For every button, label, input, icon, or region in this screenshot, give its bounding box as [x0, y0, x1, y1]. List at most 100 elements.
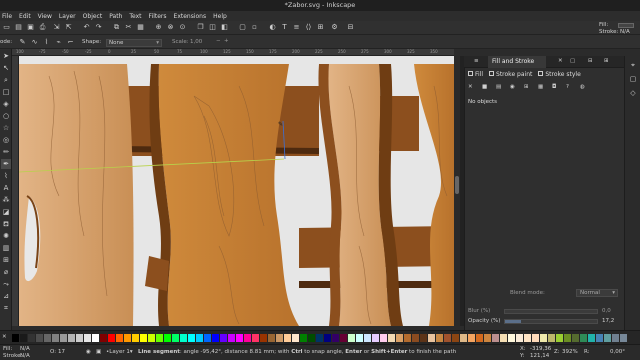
connector-tool-icon[interactable]: ⤳ [1, 279, 11, 289]
align-tab-icon[interactable]: ⊞ [604, 58, 609, 64]
zoom-drawing-icon[interactable]: ⊗ [166, 23, 175, 32]
spiro-path-mode-icon[interactable]: ∿ [30, 38, 39, 47]
spiral-tool-icon[interactable]: ◎ [1, 135, 11, 145]
palette-swatch[interactable] [132, 334, 139, 342]
selector-tool-icon[interactable]: ➤ [1, 51, 11, 61]
palette-swatch[interactable] [372, 334, 379, 342]
snap-toggle-icon[interactable]: ⌖ [628, 60, 638, 70]
text-tool-icon[interactable]: A [1, 183, 11, 193]
opacity-value[interactable]: 17,2 [602, 318, 614, 324]
scale-decrement-icon[interactable]: − [216, 38, 221, 44]
palette-none-swatch[interactable]: ✕ [2, 334, 7, 340]
palette-swatch[interactable] [196, 334, 203, 342]
unlink-clone-icon[interactable]: ◧ [220, 23, 229, 32]
cut-icon[interactable]: ✂ [124, 23, 133, 32]
palette-swatch[interactable] [444, 334, 451, 342]
eraser-tool-icon[interactable]: ◪ [1, 207, 11, 217]
paste-icon[interactable]: ▦ [136, 23, 145, 32]
palette-swatch[interactable] [436, 334, 443, 342]
blur-value[interactable]: 0,0 [602, 308, 611, 314]
tweak-tool-icon[interactable]: ✺ [1, 231, 11, 241]
palette-swatch[interactable] [420, 334, 427, 342]
scale-increment-icon[interactable]: + [224, 38, 229, 44]
evenodd-fill-rule-icon[interactable]: ◍ [580, 84, 585, 90]
palette-swatch[interactable] [380, 334, 387, 342]
palette-swatch[interactable] [500, 334, 507, 342]
palette-swatch[interactable] [332, 334, 339, 342]
clone-icon[interactable]: ◫ [208, 23, 217, 32]
unset-paint-icon[interactable]: ? [566, 84, 569, 90]
zoom-page-icon[interactable]: ⊙ [178, 23, 187, 32]
palette-swatch[interactable] [148, 334, 155, 342]
calligraphy-tool-icon[interactable]: ⌇ [1, 171, 11, 181]
palette-swatch[interactable] [596, 334, 603, 342]
palette-swatch[interactable] [572, 334, 579, 342]
spray-tool-icon[interactable]: ⁂ [1, 195, 11, 205]
palette-swatch[interactable] [508, 334, 515, 342]
palette-swatch[interactable] [476, 334, 483, 342]
palette-swatch[interactable] [292, 334, 299, 342]
mesh-tool-icon[interactable]: ⊞ [1, 255, 11, 265]
palette-swatch[interactable] [484, 334, 491, 342]
palette-swatch[interactable] [356, 334, 363, 342]
tab-stroke-style[interactable]: Stroke style [538, 71, 581, 80]
import-icon[interactable]: ⇲ [52, 23, 61, 32]
lock-icon[interactable]: ▣ [96, 349, 101, 355]
fill-indicator-swatch[interactable] [618, 23, 634, 28]
menu-filters[interactable]: Filters [149, 13, 167, 20]
palette-swatch[interactable] [340, 334, 347, 342]
menu-extensions[interactable]: Extensions [174, 13, 207, 20]
palette-swatch[interactable] [492, 334, 499, 342]
palette-swatch[interactable] [548, 334, 555, 342]
palette-swatch[interactable] [108, 334, 115, 342]
gradient-tool-icon[interactable]: ▥ [1, 243, 11, 253]
menu-path[interactable]: Path [109, 13, 122, 20]
ungroup-icon[interactable]: ▫ [250, 23, 259, 32]
flat-color-icon[interactable]: ■ [482, 84, 487, 90]
linear-gradient-icon[interactable]: ▤ [496, 84, 501, 90]
blend-mode-select[interactable]: Normal ▾ [576, 289, 618, 297]
snap-nodes-icon[interactable]: ◇ [628, 88, 638, 98]
palette-swatch[interactable] [228, 334, 235, 342]
palette-swatch[interactable] [28, 334, 35, 342]
tab-fill-and-stroke[interactable]: Fill and Stroke [488, 56, 546, 68]
palette-swatch[interactable] [404, 334, 411, 342]
star-tool-icon[interactable]: ☆ [1, 123, 11, 133]
palette-swatch[interactable] [468, 334, 475, 342]
document-tab-icon[interactable]: ▢ [570, 58, 575, 64]
palette-swatch[interactable] [212, 334, 219, 342]
palette-swatch[interactable] [172, 334, 179, 342]
preferences-icon[interactable]: ⚙ [330, 23, 339, 32]
palette-swatch[interactable] [244, 334, 251, 342]
dropper-tool-icon[interactable]: ⌀ [1, 267, 11, 277]
zoom-selection-icon[interactable]: ⊕ [154, 23, 163, 32]
status-opacity-value[interactable]: 17 [58, 349, 65, 355]
palette-swatch[interactable] [300, 334, 307, 342]
pen-tool-icon[interactable]: ✒ [1, 159, 11, 169]
palette-swatch[interactable] [588, 334, 595, 342]
measure-tool-icon[interactable]: ⊿ [1, 291, 11, 301]
eye-icon[interactable]: ◉ [86, 349, 91, 355]
menu-file[interactable]: File [2, 13, 12, 20]
palette-swatch[interactable] [516, 334, 523, 342]
palette-swatch[interactable] [580, 334, 587, 342]
palette-swatch[interactable] [92, 334, 99, 342]
palette-swatch[interactable] [68, 334, 75, 342]
opacity-slider[interactable] [504, 319, 598, 324]
pattern-icon[interactable]: ▦ [538, 84, 543, 90]
undo-icon[interactable]: ↶ [82, 23, 91, 32]
palette-swatch[interactable] [612, 334, 619, 342]
mesh-gradient-icon[interactable]: ⊞ [524, 84, 529, 90]
palette-swatch[interactable] [12, 334, 19, 342]
document-properties-icon[interactable]: ⊟ [346, 23, 355, 32]
palette-swatch[interactable] [284, 334, 291, 342]
menu-layer[interactable]: Layer [59, 13, 76, 20]
palette-swatch[interactable] [36, 334, 43, 342]
open-icon[interactable]: ▤ [14, 23, 23, 32]
tab-fill[interactable]: Fill [468, 71, 483, 80]
palette-swatch[interactable] [52, 334, 59, 342]
snap-bbox-icon[interactable]: ▢ [628, 74, 638, 84]
palette-swatch[interactable] [620, 334, 627, 342]
palette-swatch[interactable] [556, 334, 563, 342]
tab-stroke-paint[interactable]: Stroke paint [489, 71, 532, 80]
